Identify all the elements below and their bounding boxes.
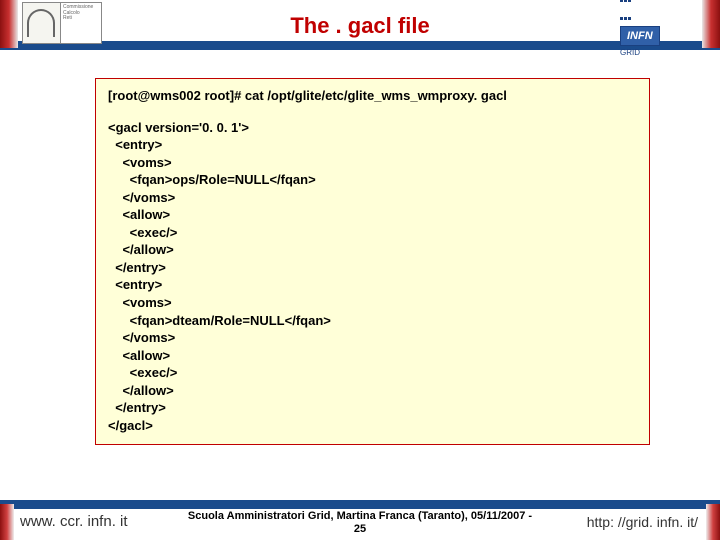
grid-icon — [620, 0, 634, 2]
shell-command: [root@wms002 root]# cat /opt/glite/etc/g… — [108, 87, 637, 105]
code-line: <fqan>dteam/Role=NULL</fqan> — [108, 312, 637, 330]
footer-right-url: http: //grid. infn. it/ — [587, 514, 698, 530]
code-line: </allow> — [108, 382, 637, 400]
footer-page-number: 25 — [354, 523, 366, 535]
infn-logo-group: INFN GRID — [620, 2, 698, 44]
infn-badge: INFN — [620, 26, 660, 46]
code-line: <exec/> — [108, 224, 637, 242]
code-box: [root@wms002 root]# cat /opt/glite/etc/g… — [95, 78, 650, 445]
slide-title: The . gacl file — [0, 9, 720, 39]
footer-event-text: Scuola Amministratori Grid, Martina Fran… — [188, 510, 532, 522]
code-line: <allow> — [108, 347, 637, 365]
slide-footer: www. ccr. infn. it Scuola Amministratori… — [0, 500, 720, 540]
ccr-logo-arch — [23, 3, 61, 43]
code-line: <allow> — [108, 206, 637, 224]
code-line: </gacl> — [108, 417, 637, 435]
code-line: <entry> — [108, 136, 637, 154]
header-accent-right — [702, 0, 720, 48]
code-line: </entry> — [108, 259, 637, 277]
code-line: <voms> — [108, 154, 637, 172]
code-line: <voms> — [108, 294, 637, 312]
code-line: <fqan>ops/Role=NULL</fqan> — [108, 171, 637, 189]
grid-label: GRID — [620, 48, 660, 57]
code-line: </entry> — [108, 399, 637, 417]
slide-header: CommissioneCalcoloReti The . gacl file I… — [0, 0, 720, 50]
code-line: </voms> — [108, 329, 637, 347]
code-line: <entry> — [108, 276, 637, 294]
ccr-logo-text: CommissioneCalcoloReti — [61, 3, 95, 43]
code-line: <exec/> — [108, 364, 637, 382]
header-accent-left — [0, 0, 18, 48]
code-line: <gacl version='0. 0. 1'> — [108, 119, 637, 137]
slide-content: [root@wms002 root]# cat /opt/glite/etc/g… — [0, 50, 720, 445]
code-line: </voms> — [108, 189, 637, 207]
code-line: </allow> — [108, 241, 637, 259]
ccr-logo: CommissioneCalcoloReti — [22, 2, 102, 44]
gacl-xml-block: <gacl version='0. 0. 1'> <entry> <voms> … — [108, 119, 637, 435]
